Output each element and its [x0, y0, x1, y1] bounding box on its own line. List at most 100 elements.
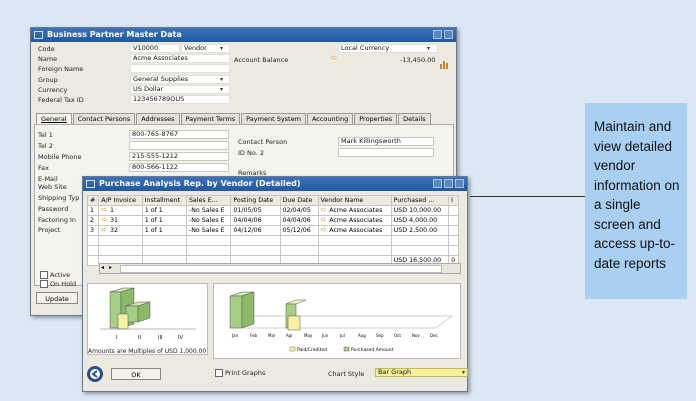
invoice-cell: ➪ 31	[98, 215, 143, 226]
currency-select[interactable]: US Dollar	[130, 85, 230, 94]
column-header[interactable]: A/P Invoice	[98, 195, 143, 206]
due-date-cell: 04/04/06	[279, 215, 319, 226]
foreign-name-field[interactable]	[130, 64, 230, 73]
minimize-icon[interactable]	[433, 30, 442, 39]
tab-contact-persons[interactable]: Contact Persons	[72, 113, 136, 124]
invoice-number: 1	[109, 207, 114, 214]
maximize-icon[interactable]	[444, 179, 453, 188]
chevron-down-icon[interactable]: ▾	[220, 86, 223, 93]
sales-employee-cell: -No Sales E	[185, 205, 232, 216]
month-label: May	[304, 333, 313, 338]
tax-id-field[interactable]: 123456789OUS	[130, 95, 230, 104]
back-icon[interactable]	[87, 366, 103, 382]
label-group: Group	[38, 76, 58, 84]
label-tel1: Tel 1	[38, 131, 53, 139]
table-row[interactable]: 1 ➪ 1 1 of 1 -No Sales E 01/05/05 02/04/…	[86, 205, 459, 216]
empty-cell	[448, 205, 459, 216]
table-row[interactable]: 2 ➪ 31 1 of 1 -No Sales E 04/04/06 04/04…	[86, 215, 459, 226]
id-no-label: ID No. 2	[238, 149, 264, 157]
label-tel2: Tel 2	[38, 142, 53, 150]
quarter-label: IV	[178, 335, 183, 341]
column-header[interactable]: Posting Date	[230, 195, 281, 206]
ok-button[interactable]: OK	[111, 368, 161, 380]
chart-style-select[interactable]: Bar Graph	[375, 368, 468, 377]
print-graphs-checkbox[interactable]	[215, 369, 223, 377]
label-website: Web Site	[38, 183, 67, 191]
group-select[interactable]: General Supplies	[130, 75, 230, 84]
monthly-chart: Jan Feb Mar Apr May Jun Jul Aug Sep Oct …	[213, 283, 461, 359]
vendor-cell: ➪ Acme Associates	[317, 205, 392, 216]
chevron-down-icon[interactable]: ▾	[220, 76, 223, 83]
horizontal-scrollbar[interactable]: ◂ ▸	[99, 263, 461, 274]
bp-title-bar[interactable]: Business Partner Master Data	[31, 28, 456, 42]
table-row[interactable]: 3 ➪ 32 1 of 1 -No Sales E 04/12/06 05/12…	[86, 225, 459, 236]
column-header[interactable]: Installment	[141, 195, 187, 206]
link-arrow-icon[interactable]: ➪	[321, 205, 328, 214]
tab-properties[interactable]: Properties	[354, 113, 398, 124]
link-arrow-icon[interactable]: ➪	[321, 225, 328, 234]
code-field[interactable]: V10000	[130, 44, 180, 53]
contact-person-field[interactable]: Mark Killingsworth	[338, 137, 434, 146]
installment-cell: 1 of 1	[141, 225, 187, 236]
link-arrow-icon[interactable]: ➪	[101, 205, 108, 214]
on-hold-checkbox[interactable]	[40, 280, 48, 288]
column-header[interactable]: Purchased ...	[390, 195, 450, 206]
column-header[interactable]: I	[448, 195, 459, 206]
id-no-field[interactable]	[338, 148, 434, 157]
quarter-label: I	[116, 335, 117, 341]
column-header[interactable]: Sales E...	[185, 195, 232, 206]
name-field[interactable]: Acme Associates	[130, 54, 230, 63]
quarter-bar-3d	[109, 287, 151, 330]
chevron-down-icon[interactable]: ▾	[427, 45, 430, 52]
window-icon	[34, 31, 43, 39]
label-factoring: Factoring In	[38, 216, 77, 224]
label-mobile: Mobile Phone	[38, 153, 82, 161]
tel2-field[interactable]	[129, 141, 229, 150]
mobile-field[interactable]: 215-555-1212	[129, 152, 229, 161]
scroll-right-icon[interactable]: ▸	[109, 264, 112, 271]
invoice-cell: ➪ 32	[98, 225, 143, 236]
minimize-icon[interactable]	[433, 179, 442, 188]
vendor-cell: ➪ Acme Associates	[317, 215, 392, 226]
column-header[interactable]: #	[86, 195, 100, 206]
account-balance-label: Account Balance	[234, 56, 289, 64]
month-label: Aug	[358, 333, 366, 338]
invoice-number: 32	[109, 227, 118, 234]
legend-purchased: Purchased Amount	[351, 347, 394, 353]
tab-accounting[interactable]: Accounting	[306, 113, 354, 124]
link-arrow-icon[interactable]: ➪	[101, 215, 108, 224]
month-label: Apr	[286, 333, 293, 338]
contact-person-label: Contact Person	[238, 138, 288, 146]
chevron-down-icon[interactable]: ▾	[220, 45, 223, 52]
scrollbar-thumb[interactable]	[120, 265, 442, 273]
report-title-bar[interactable]: Purchase Analysis Rep. by Vendor (Detail…	[83, 177, 467, 191]
scroll-left-icon[interactable]: ◂	[101, 264, 104, 271]
tel1-field[interactable]: 800-765-8767	[129, 130, 229, 139]
bar-chart-icon[interactable]	[440, 54, 449, 69]
tab-details[interactable]: Details	[398, 113, 431, 124]
vendor-name: Acme Associates	[329, 227, 383, 234]
close-icon[interactable]	[455, 179, 464, 188]
tab-addresses[interactable]: Addresses	[136, 113, 180, 124]
link-arrow-icon[interactable]: ➪	[101, 225, 108, 234]
fax-field[interactable]: 800-566-1122	[129, 163, 229, 172]
month-label: Mar	[268, 333, 276, 338]
active-checkbox[interactable]	[40, 271, 48, 279]
label-project: Project	[38, 226, 61, 234]
link-arrow-icon[interactable]: ➪	[321, 215, 328, 224]
local-currency-select[interactable]: Local Currency	[338, 44, 438, 53]
column-header[interactable]: Due Date	[279, 195, 319, 206]
invoice-cell: ➪ 1	[98, 205, 143, 216]
installment-cell: 1 of 1	[141, 205, 187, 216]
installment-cell: 1 of 1	[141, 215, 187, 226]
maximize-icon[interactable]	[444, 30, 453, 39]
update-button[interactable]: Update	[36, 292, 78, 304]
tab-general[interactable]: General	[36, 113, 72, 124]
link-arrow-icon[interactable]: ➪	[331, 53, 338, 62]
vendor-name: Acme Associates	[329, 217, 383, 224]
label-foreign-name: Foreign Name	[38, 65, 84, 73]
column-header[interactable]: Vendor Name	[317, 195, 392, 206]
tab-payment-system[interactable]: Payment System	[241, 113, 306, 124]
chevron-down-icon[interactable]: ▾	[462, 369, 465, 376]
tab-payment-terms[interactable]: Payment Terms	[180, 113, 241, 124]
